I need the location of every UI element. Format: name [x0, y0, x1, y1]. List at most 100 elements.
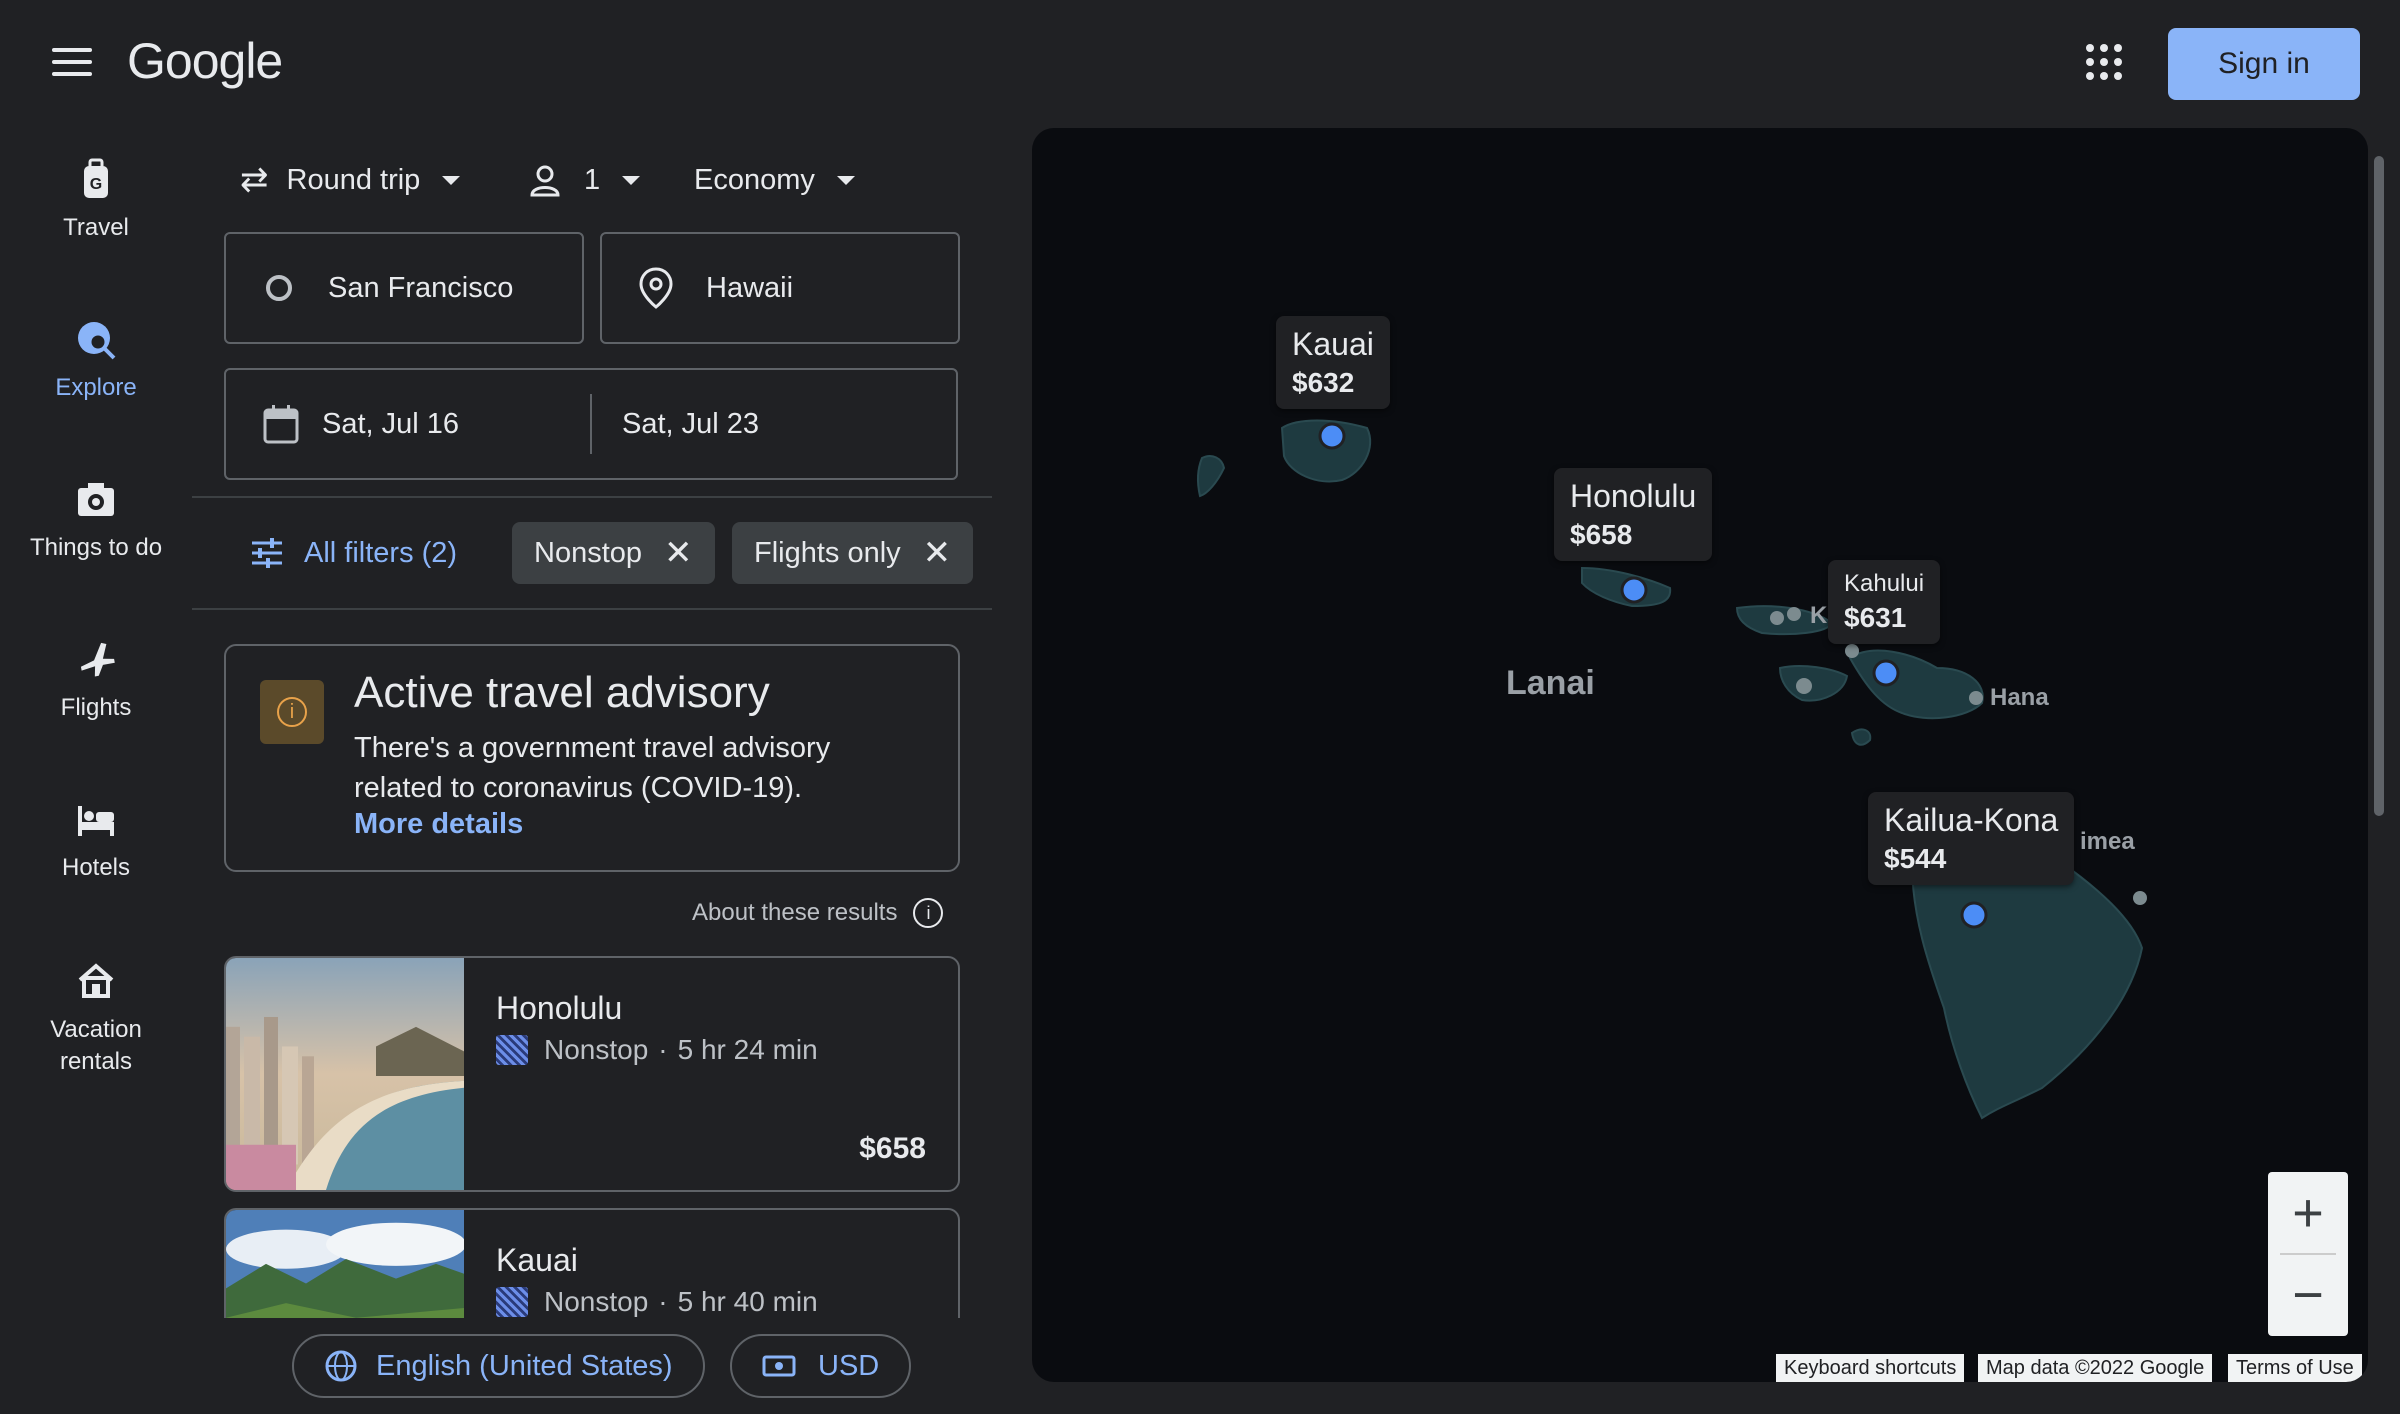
google-logo[interactable]: Google [127, 32, 283, 90]
trip-type-value: Round trip [286, 163, 421, 196]
sign-in-button[interactable]: Sign in [2168, 28, 2360, 100]
currency-button[interactable]: USD [730, 1334, 912, 1398]
result-destination: Honolulu [496, 990, 623, 1026]
map-callout-kahului[interactable]: Kahului $631 [1828, 560, 1941, 644]
passengers-select[interactable]: 1 [528, 156, 641, 204]
chevron-down-icon [836, 175, 855, 185]
result-duration: 5 hr 40 min [677, 1286, 818, 1317]
close-icon[interactable]: ✕ [664, 533, 693, 573]
dot-separator: · [658, 1034, 668, 1065]
advisory-body: There's a government travel advisory rel… [354, 732, 831, 804]
keyboard-shortcuts-link[interactable]: Keyboard shortcuts [1776, 1354, 1965, 1382]
cabin-class-value: Economy [694, 163, 815, 196]
rail-label: Things to do [29, 534, 163, 561]
trip-type-select[interactable]: ⇄ Round trip [240, 156, 461, 204]
destination-field[interactable]: Hawaii [600, 232, 960, 344]
travel-advisory-card: i Active travel advisory There's a gover… [224, 644, 960, 872]
callout-price: $631 [1844, 602, 1907, 633]
calendar-icon [263, 405, 299, 444]
callout-name: Honolulu [1570, 478, 1697, 514]
result-destination: Kauai [496, 1242, 578, 1278]
filters-top-divider [192, 496, 992, 498]
money-icon [762, 1355, 796, 1377]
chevron-down-icon [622, 175, 641, 185]
rail-item-hotels[interactable]: Hotels [0, 798, 192, 882]
chip-label: Flights only [754, 536, 901, 569]
hawaii-islands-map [1196, 419, 2147, 1120]
rail-item-flights[interactable]: Flights [0, 638, 192, 722]
rail-label: Travel [63, 214, 129, 241]
map-callout-kailua-kona[interactable]: Kailua-Kona $544 [1868, 792, 2075, 885]
language-label: English (United States) [376, 1349, 673, 1382]
result-stops: Nonstop [544, 1034, 649, 1065]
zoom-in-button[interactable]: + [2268, 1172, 2348, 1254]
language-button[interactable]: English (United States) [292, 1334, 705, 1398]
rail-item-explore[interactable]: Explore [0, 318, 192, 402]
result-meta: Nonstop · 5 hr 24 min [496, 1034, 818, 1066]
chevron-down-icon [442, 175, 461, 185]
map-callout-kauai[interactable]: Kauai $632 [1276, 316, 1390, 409]
google-apps-icon[interactable] [2086, 44, 2122, 80]
zoom-out-button[interactable]: − [2268, 1254, 2348, 1336]
callout-price: $632 [1292, 367, 1355, 398]
dot-separator: · [658, 1286, 668, 1317]
rail-label: Explore [55, 374, 137, 401]
luggage-icon: G [84, 158, 108, 198]
house-icon [78, 963, 114, 998]
map-town-lanai: Lanai [1506, 664, 1595, 702]
date-divider [590, 394, 592, 454]
filter-chip-nonstop[interactable]: Nonstop ✕ [512, 522, 715, 584]
airline-logo-icon [496, 1035, 528, 1065]
passengers-value: 1 [584, 163, 601, 196]
currency-label: USD [818, 1349, 880, 1382]
airline-logo-icon [496, 1287, 528, 1317]
bed-icon [78, 806, 114, 836]
terms-of-use-link[interactable]: Terms of Use [2228, 1354, 2362, 1382]
result-meta: Nonstop · 5 hr 40 min [496, 1286, 818, 1318]
cabin-class-select[interactable]: Economy [694, 156, 855, 204]
callout-price: $544 [1884, 843, 1947, 874]
zoom-controls: + − [2268, 1172, 2348, 1336]
chip-label: Nonstop [534, 536, 643, 569]
person-icon [530, 165, 560, 197]
close-icon[interactable]: ✕ [923, 533, 952, 573]
scrollbar[interactable] [2374, 156, 2384, 816]
rail-label: Flights [60, 694, 132, 721]
zoom-divider [2280, 1253, 2336, 1255]
map-data-credit: Map data ©2022 Google [1978, 1354, 2213, 1382]
info-icon[interactable]: i [913, 898, 944, 928]
callout-name: Kahului [1844, 570, 1925, 597]
date-field[interactable]: Sat, Jul 16 Sat, Jul 23 [224, 368, 958, 480]
svg-text:G: G [90, 176, 102, 193]
all-filters-button[interactable]: All filters (2) [250, 522, 457, 584]
result-duration: 5 hr 24 min [677, 1034, 818, 1065]
main-menu-button[interactable] [52, 48, 92, 80]
info-icon: i [260, 680, 324, 744]
callout-name: Kailua-Kona [1884, 802, 2059, 838]
tune-icon [252, 538, 282, 568]
swap-arrows-icon: ⇄ [240, 161, 269, 199]
rail-label: Hotels [61, 854, 131, 881]
map-town-waimea-partial: imea [2080, 828, 2135, 855]
callout-name: Kauai [1292, 326, 1374, 362]
map-callout-honolulu[interactable]: Honolulu $658 [1554, 468, 1713, 561]
result-card-honolulu[interactable]: Honolulu Nonstop · 5 hr 24 min $658 [224, 956, 960, 1192]
rail-item-vacation-rentals[interactable]: Vacation rentals [0, 958, 192, 1078]
honolulu-photo [226, 958, 464, 1190]
rail-item-things-to-do[interactable]: Things to do [0, 478, 192, 562]
origin-field[interactable]: San Francisco [224, 232, 584, 344]
return-date[interactable]: Sat, Jul 23 [622, 408, 759, 441]
depart-date[interactable]: Sat, Jul 16 [322, 408, 590, 441]
rail-label: Vacation rentals [50, 1016, 142, 1075]
filter-chip-flights-only[interactable]: Flights only ✕ [732, 522, 974, 584]
about-results[interactable]: About these results i [692, 898, 944, 928]
camera-icon [78, 483, 114, 516]
rail-item-travel[interactable]: G Travel [0, 158, 192, 242]
about-results-label: About these results [692, 899, 898, 926]
callout-price: $658 [1570, 519, 1633, 550]
more-details-link[interactable]: More details [354, 808, 523, 841]
all-filters-label: All filters (2) [304, 536, 458, 569]
advisory-title: Active travel advisory [354, 668, 770, 717]
airplane-icon [80, 642, 115, 677]
map-panel[interactable]: Lanai Hana Ka imea Kauai $632 Honolulu $… [1032, 128, 2368, 1382]
